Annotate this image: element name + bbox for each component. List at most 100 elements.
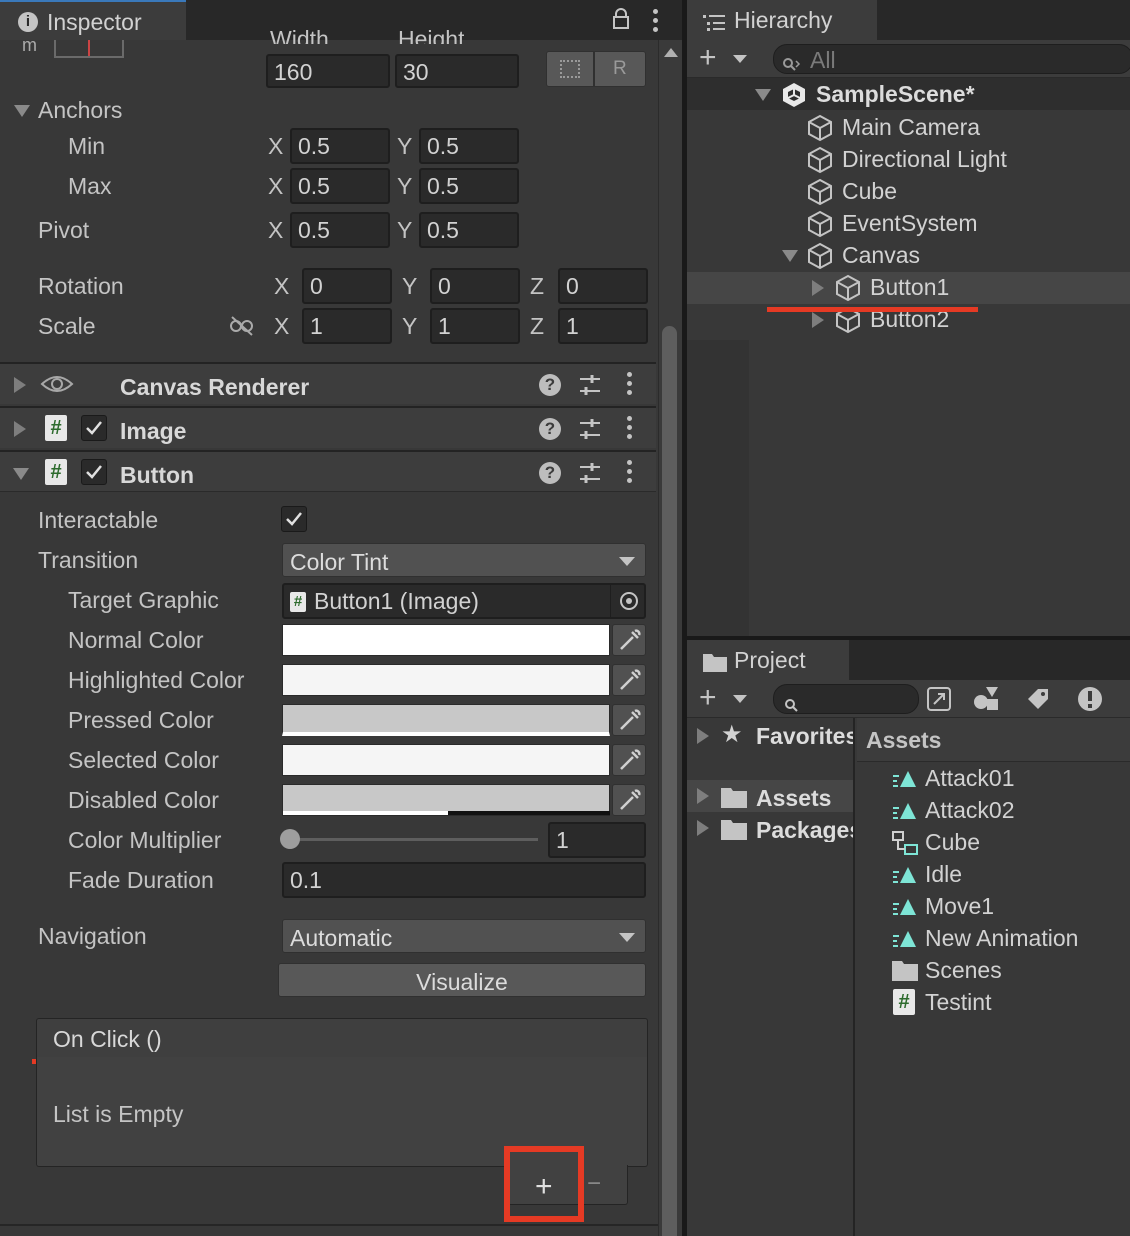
asset-item[interactable]: Attack01 — [925, 767, 1015, 790]
button2-foldout-icon[interactable] — [812, 312, 824, 328]
hierarchy-item[interactable]: Directional Light — [842, 148, 1007, 171]
scrollbar-thumb[interactable] — [662, 326, 677, 1236]
canvas-renderer-foldout-icon[interactable] — [14, 377, 26, 393]
add-listener-button[interactable]: + — [504, 1146, 584, 1222]
width-field[interactable]: 160 — [266, 54, 390, 88]
search-by-window-icon[interactable] — [925, 685, 953, 713]
component-menu-icon[interactable] — [627, 372, 633, 399]
asset-item[interactable]: Move1 — [925, 895, 994, 918]
interactable-checkbox[interactable] — [281, 506, 307, 532]
image-enabled-checkbox[interactable] — [81, 415, 107, 441]
height-field[interactable]: 30 — [395, 54, 519, 88]
asset-item[interactable]: Idle — [925, 863, 962, 886]
anchor-min-x-field[interactable]: 0.5 — [290, 128, 390, 164]
button-enabled-checkbox[interactable] — [81, 459, 107, 485]
pivot-y-field[interactable]: 0.5 — [419, 212, 519, 248]
eyedropper-icon[interactable] — [612, 784, 646, 816]
hierarchy-item[interactable]: Cube — [842, 180, 897, 203]
button1-foldout-icon[interactable] — [812, 280, 824, 296]
asset-item[interactable]: Testint — [925, 991, 991, 1014]
scale-z-field[interactable]: 1 — [558, 308, 648, 344]
canvas-foldout-icon[interactable] — [782, 250, 798, 262]
image-header[interactable]: # Image ? — [0, 406, 656, 448]
highlighted-color-swatch[interactable] — [282, 664, 610, 696]
raw-edit-button[interactable]: R — [594, 51, 646, 87]
project-search-field[interactable] — [773, 684, 919, 714]
image-foldout-icon[interactable] — [14, 421, 26, 437]
component-menu-icon[interactable] — [627, 416, 633, 443]
rotation-z-field[interactable]: 0 — [558, 268, 648, 304]
constrain-proportions-icon[interactable] — [229, 315, 255, 337]
project-tab[interactable]: Project — [687, 640, 849, 680]
target-graphic-field[interactable]: # Button1 (Image) — [282, 583, 646, 619]
color-multiplier-slider-handle[interactable] — [280, 829, 300, 849]
color-multiplier-field[interactable]: 1 — [548, 822, 646, 858]
object-picker-icon[interactable] — [610, 585, 644, 617]
create-plus-icon[interactable]: + — [699, 683, 717, 713]
asset-item[interactable]: Scenes — [925, 959, 1002, 982]
scene-foldout-icon[interactable] — [755, 89, 771, 101]
rotation-y-field[interactable]: 0 — [430, 268, 520, 304]
hierarchy-item[interactable]: Main Camera — [842, 116, 980, 139]
button-component-header[interactable]: # Button ? — [0, 450, 656, 492]
anchor-max-x-field[interactable]: 0.5 — [290, 168, 390, 204]
presets-icon[interactable] — [578, 417, 602, 441]
scale-y-field[interactable]: 1 — [430, 308, 520, 344]
remove-listener-button[interactable]: − — [587, 1172, 601, 1196]
pressed-color-swatch[interactable] — [282, 704, 610, 736]
canvas-renderer-header[interactable]: Canvas Renderer ? — [0, 362, 656, 404]
hierarchy-item[interactable]: Button1 — [870, 276, 949, 299]
eyedropper-icon[interactable] — [612, 664, 646, 696]
selected-color-swatch[interactable] — [282, 744, 610, 776]
warning-icon[interactable] — [1076, 685, 1104, 713]
favorites-foldout-icon[interactable] — [697, 728, 709, 744]
pivot-x-field[interactable]: 0.5 — [290, 212, 390, 248]
scene-row[interactable]: SampleScene* — [687, 78, 1130, 110]
asset-item[interactable]: Attack02 — [925, 799, 1015, 822]
tree-item-favorites[interactable]: Favorites — [756, 725, 853, 748]
packages-foldout-icon[interactable] — [697, 820, 709, 836]
hierarchy-scroll-area[interactable] — [687, 340, 749, 636]
anchor-max-y-field[interactable]: 0.5 — [419, 168, 519, 204]
inspector-scrollbar[interactable] — [658, 40, 682, 1236]
button-foldout-icon[interactable] — [13, 468, 29, 480]
eyedropper-icon[interactable] — [612, 624, 646, 656]
scale-x-field[interactable]: 1 — [302, 308, 392, 344]
fade-duration-field[interactable]: 0.1 — [282, 862, 646, 898]
presets-icon[interactable] — [578, 461, 602, 485]
create-dropdown-icon[interactable] — [733, 695, 747, 703]
presets-icon[interactable] — [578, 373, 602, 397]
anchor-min-y-field[interactable]: 0.5 — [419, 128, 519, 164]
inspector-tab[interactable]: i Inspector — [0, 0, 186, 40]
asset-item[interactable]: New Animation — [925, 927, 1078, 950]
visualize-button[interactable]: Visualize — [278, 963, 646, 997]
help-icon[interactable]: ? — [539, 374, 561, 396]
hierarchy-item[interactable]: Canvas — [842, 244, 920, 267]
color-multiplier-slider-track[interactable] — [290, 838, 538, 841]
lock-icon[interactable] — [612, 8, 630, 30]
filter-by-type-icon[interactable] — [972, 685, 1000, 713]
transition-dropdown[interactable]: Color Tint — [282, 543, 646, 577]
blueprint-mode-button[interactable] — [546, 51, 594, 87]
assets-foldout-icon[interactable] — [697, 788, 709, 804]
filter-by-label-icon[interactable] — [1024, 685, 1052, 713]
hierarchy-item[interactable]: EventSystem — [842, 212, 978, 235]
tree-item-packages[interactable]: Packages — [756, 819, 853, 842]
disabled-color-swatch[interactable] — [282, 784, 610, 816]
create-dropdown-icon[interactable] — [733, 55, 747, 63]
navigation-dropdown[interactable]: Automatic — [282, 919, 646, 953]
hierarchy-search-field[interactable]: All — [773, 44, 1130, 74]
asset-item[interactable]: Cube — [925, 831, 980, 854]
hierarchy-tab[interactable]: Hierarchy — [687, 0, 877, 40]
tree-item-assets[interactable]: Assets — [756, 787, 831, 810]
eyedropper-icon[interactable] — [612, 744, 646, 776]
inspector-menu-icon[interactable] — [653, 9, 659, 36]
scroll-up-icon[interactable] — [664, 48, 678, 57]
eyedropper-icon[interactable] — [612, 704, 646, 736]
help-icon[interactable]: ? — [539, 462, 561, 484]
create-plus-icon[interactable]: + — [699, 43, 717, 73]
component-menu-icon[interactable] — [627, 460, 633, 487]
help-icon[interactable]: ? — [539, 418, 561, 440]
normal-color-swatch[interactable] — [282, 624, 610, 656]
rotation-x-field[interactable]: 0 — [302, 268, 392, 304]
